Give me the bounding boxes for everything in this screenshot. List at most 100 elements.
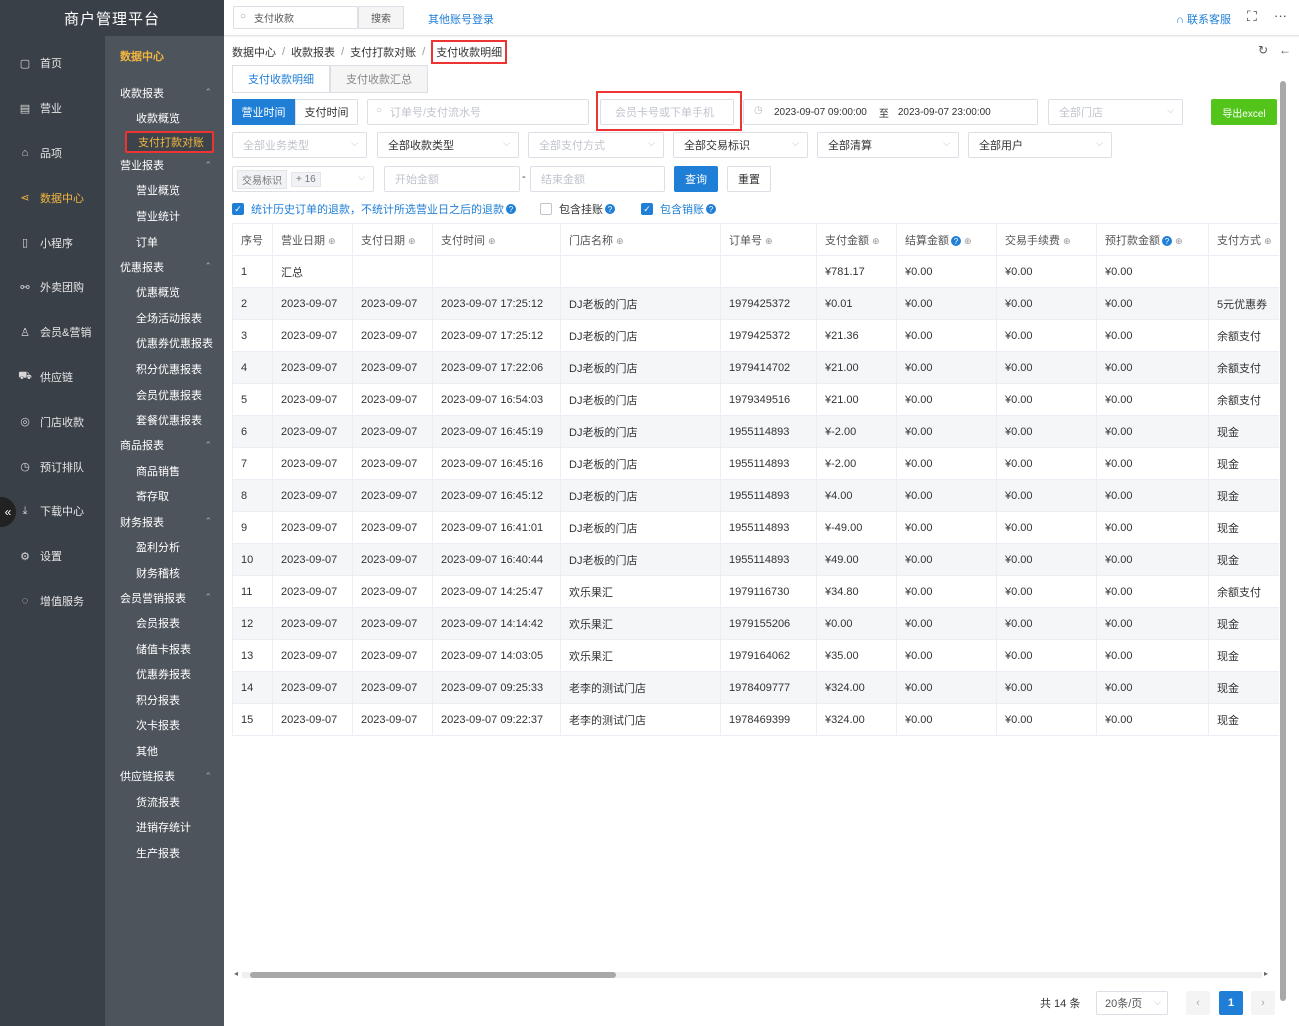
table-row[interactable]: 6 2023-09-07 2023-09-07 2023-09-07 16:45:19… (232, 415, 1279, 448)
report-menu-item[interactable]: 其他 (105, 738, 224, 764)
pay-method-select[interactable]: 全部支付方式 ⌵ (528, 132, 664, 158)
table-row[interactable]: 14 2023-09-07 2023-09-07 2023-09-07 09:25:3… (232, 671, 1279, 704)
nav-item[interactable]: ⛟ 供应链 (0, 355, 105, 400)
column-header[interactable]: 结算金额? ⊕ (896, 223, 997, 256)
report-group-header[interactable]: 供应链报表 ⌃ (105, 764, 224, 789)
report-menu-item[interactable]: 生产报表 (105, 840, 224, 866)
lock-icon[interactable]: ⊕ (616, 236, 624, 246)
business-type-select[interactable]: 全部业务类型 ⌵ (232, 132, 367, 158)
report-menu-item[interactable]: 支付打款对账 (125, 130, 214, 153)
trade-tag-select[interactable]: 交易标识 + 16 ⌵ (232, 166, 374, 192)
table-row[interactable]: 7 2023-09-07 2023-09-07 2023-09-07 16:45:16… (232, 447, 1279, 480)
report-menu-item[interactable]: 订单 (105, 229, 224, 255)
column-header[interactable]: 支付日期 ⊕ (352, 223, 433, 256)
refund-history-checkbox[interactable]: ✓ (232, 203, 244, 215)
table-row[interactable]: 9 2023-09-07 2023-09-07 2023-09-07 16:41:01… (232, 511, 1279, 544)
report-menu-item[interactable]: 货流报表 (105, 789, 224, 815)
nav-item[interactable]: ⚯ 外卖团购 (0, 265, 105, 310)
amount-max-input[interactable]: 结束金额 (530, 166, 665, 192)
column-header[interactable]: 序号 (232, 223, 273, 256)
user-select[interactable]: 全部用户 ⌵ (968, 132, 1112, 158)
help-icon[interactable]: ? (706, 204, 716, 214)
more-icon[interactable]: ··· (1274, 8, 1287, 23)
amount-min-input[interactable]: 开始金额 (384, 166, 520, 192)
table-row[interactable]: 2 2023-09-07 2023-09-07 2023-09-07 17:25:12… (232, 287, 1279, 320)
column-header[interactable]: 支付时间 ⊕ (432, 223, 561, 256)
column-header[interactable]: 支付金额 ⊕ (816, 223, 897, 256)
report-group-header[interactable]: 财务报表 ⌃ (105, 509, 224, 534)
prev-page-button[interactable]: ‹ (1186, 991, 1210, 1015)
report-menu-item[interactable]: 财务稽核 (105, 560, 224, 586)
other-account-login-link[interactable]: 其他账号登录 (428, 11, 494, 27)
report-menu-item[interactable]: 盈利分析 (105, 534, 224, 560)
report-group-header[interactable]: 会员营销报表 ⌃ (105, 585, 224, 610)
clearing-select[interactable]: 全部清算 ⌵ (817, 132, 959, 158)
reset-button[interactable]: 重置 (727, 166, 771, 192)
search-button[interactable]: 搜索 (358, 6, 404, 29)
lock-icon[interactable]: ⊕ (1175, 236, 1183, 246)
report-menu-item[interactable]: 套餐优惠报表 (105, 407, 224, 433)
lock-icon[interactable]: ⊕ (408, 236, 416, 246)
nav-item[interactable]: ⚙ 设置 (0, 534, 105, 579)
order-number-input[interactable]: ○ 订单号/支付流水号 (367, 99, 589, 125)
next-page-button[interactable]: › (1251, 991, 1275, 1015)
contact-support-link[interactable]: ∩ 联系客服 (1176, 11, 1231, 27)
refresh-icon[interactable]: ↻ (1258, 43, 1268, 57)
scroll-left-icon[interactable]: ◂ (234, 969, 238, 978)
column-header[interactable]: 支付方式 ⊕ (1208, 223, 1279, 256)
report-menu-item[interactable]: 营业统计 (105, 203, 224, 229)
report-menu-item[interactable]: 商品销售 (105, 458, 224, 484)
page-size-select[interactable]: 20条/页 ⌵ (1096, 991, 1168, 1015)
table-row[interactable]: 8 2023-09-07 2023-09-07 2023-09-07 16:45:12… (232, 479, 1279, 512)
nav-item[interactable]: ⌂ 品项 (0, 131, 105, 176)
export-excel-button[interactable]: 导出excel (1211, 99, 1277, 125)
back-arrow-icon[interactable]: ← (1279, 43, 1291, 57)
member-phone-input[interactable]: 会员卡号或下单手机 (600, 99, 734, 125)
help-icon[interactable]: ? (605, 204, 615, 214)
fullscreen-icon[interactable]: ⛶ (1247, 8, 1257, 25)
trade-flag-select[interactable]: 全部交易标识 ⌵ (673, 132, 808, 158)
breadcrumb-item[interactable]: 收款报表 (291, 44, 335, 60)
table-row[interactable]: 3 2023-09-07 2023-09-07 2023-09-07 17:25:12… (232, 319, 1279, 352)
column-header[interactable]: 预打款金额? ⊕ (1096, 223, 1209, 256)
report-menu-item[interactable]: 寄存取 (105, 484, 224, 510)
nav-item[interactable]: ◌ 增值服务 (0, 579, 105, 624)
report-menu-item[interactable]: 优惠概览 (105, 279, 224, 305)
nav-item[interactable]: ♙ 会员&营销 (0, 310, 105, 355)
report-menu-item[interactable]: 收款概览 (105, 105, 224, 131)
nav-item[interactable]: ▯ 小程序 (0, 220, 105, 265)
report-menu-item[interactable]: 进销存统计 (105, 814, 224, 840)
global-search-input[interactable]: ○ 支付收款 (233, 6, 358, 29)
include-writeoff-checkbox[interactable]: ✓ (641, 203, 653, 215)
breadcrumb-item[interactable]: 支付打款对账 (350, 44, 416, 60)
table-row[interactable]: 4 2023-09-07 2023-09-07 2023-09-07 17:22:06… (232, 351, 1279, 384)
report-menu-item[interactable]: 积分报表 (105, 687, 224, 713)
report-group-header[interactable]: 营业报表 ⌃ (105, 153, 224, 178)
nav-item[interactable]: ▢ 首页 (0, 41, 105, 86)
lock-icon[interactable]: ⊕ (964, 236, 972, 246)
column-header[interactable]: 门店名称 ⊕ (560, 223, 721, 256)
report-group-header[interactable]: 商品报表 ⌃ (105, 433, 224, 458)
lock-icon[interactable]: ⊕ (872, 236, 880, 246)
help-icon[interactable]: ? (1162, 236, 1172, 246)
table-row[interactable]: 15 2023-09-07 2023-09-07 2023-09-07 09:22:3… (232, 703, 1279, 736)
tab-payment-summary[interactable]: 支付收款汇总 (330, 65, 428, 93)
report-menu-item[interactable]: 全场活动报表 (105, 305, 224, 331)
table-row[interactable]: 10 2023-09-07 2023-09-07 2023-09-07 16:40:4… (232, 543, 1279, 576)
nav-item[interactable]: ▤ 营业 (0, 86, 105, 131)
nav-item[interactable]: ◎ 门店收款 (0, 399, 105, 444)
vertical-scrollbar[interactable] (1280, 73, 1287, 1008)
report-menu-item[interactable]: 次卡报表 (105, 713, 224, 739)
table-row[interactable]: 13 2023-09-07 2023-09-07 2023-09-07 14:03:0… (232, 639, 1279, 672)
receipt-type-select[interactable]: 全部收款类型 ⌵ (377, 132, 519, 158)
help-icon[interactable]: ? (951, 236, 961, 246)
column-header[interactable]: 营业日期 ⊕ (272, 223, 353, 256)
include-credit-checkbox[interactable] (540, 203, 552, 215)
lock-icon[interactable]: ⊕ (1063, 236, 1071, 246)
report-group-header[interactable]: 优惠报表 ⌃ (105, 254, 224, 279)
report-group-header[interactable]: 收款报表 ⌃ (105, 80, 224, 105)
report-menu-item[interactable]: 会员报表 (105, 610, 224, 636)
report-menu-item[interactable]: 营业概览 (105, 178, 224, 204)
help-icon[interactable]: ? (506, 204, 516, 214)
table-row[interactable]: 1 汇总 ¥781.17 ¥0.00 ¥0.00 ¥0.00 (232, 255, 1279, 288)
